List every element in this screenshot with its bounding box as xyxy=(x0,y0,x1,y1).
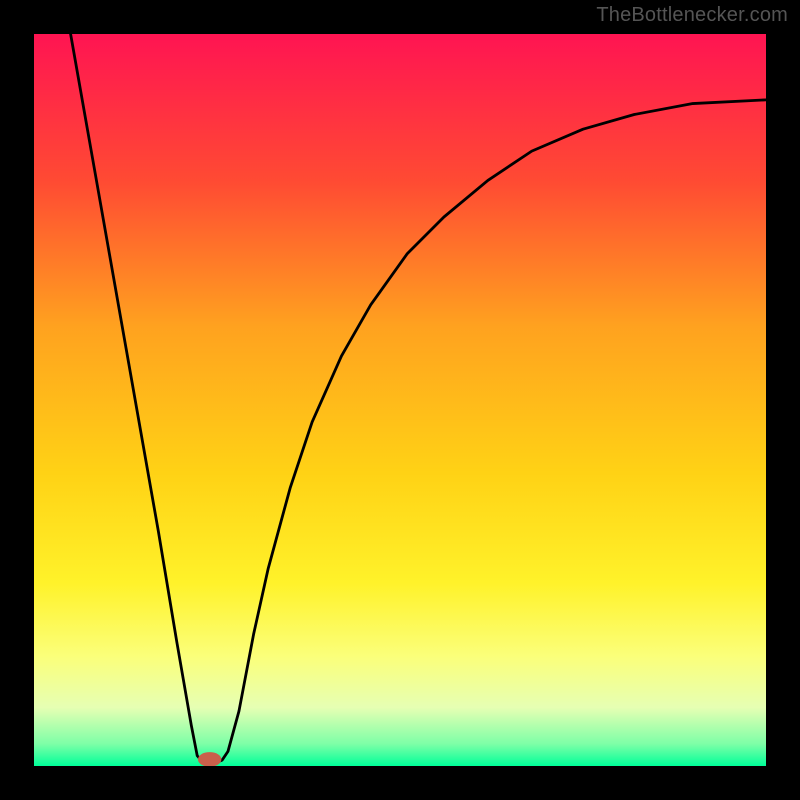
chart-background xyxy=(34,34,766,766)
chart-frame: TheBottlenecker.com xyxy=(0,0,800,800)
chart-svg xyxy=(34,34,766,766)
watermark-text: TheBottlenecker.com xyxy=(596,4,788,27)
plot-area xyxy=(34,34,766,766)
